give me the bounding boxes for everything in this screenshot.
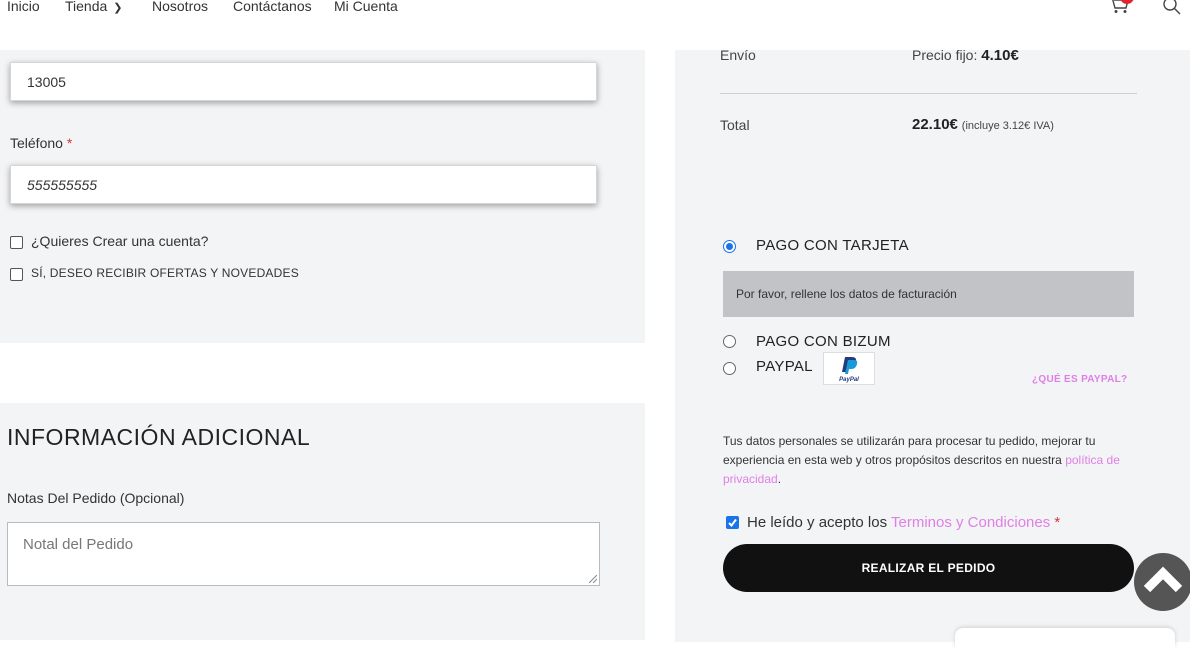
what-is-paypal-link[interactable]: ¿QUÉ ES PAYPAL?: [1032, 374, 1127, 385]
privacy-text-end: .: [777, 472, 782, 486]
order-notes-label: Notas Del Pedido (Opcional): [7, 490, 185, 506]
payment-label-paypal[interactable]: PAYPAL: [756, 358, 813, 375]
nav-inicio[interactable]: Inicio: [7, 0, 40, 14]
phone-input[interactable]: 555555555: [10, 165, 597, 204]
nav-mi-cuenta[interactable]: Mi Cuenta: [334, 0, 398, 14]
phone-label-text: Teléfono: [10, 135, 63, 151]
payment-label-card[interactable]: PAGO CON TARJETA: [756, 237, 909, 254]
nav-contactanos[interactable]: Contáctanos: [233, 0, 312, 14]
paypal-logo: PayPal: [823, 352, 875, 385]
bottom-floating-card: [955, 628, 1175, 648]
order-notes-textarea[interactable]: Notal del Pedido: [7, 522, 600, 586]
summary-divider: [720, 93, 1137, 94]
terms-label: He leído y acepto los Terminos y Condici…: [747, 514, 1060, 531]
search-icon[interactable]: [1162, 0, 1182, 16]
chevron-up-icon: [1143, 566, 1183, 593]
order-notes-placeholder: Notal del Pedido: [23, 536, 134, 553]
postcode-input[interactable]: 13005: [10, 62, 597, 101]
terms-link[interactable]: Terminos y Condiciones: [891, 514, 1050, 531]
total-value: 22.10€ (incluye 3.12€ IVA): [912, 116, 1054, 133]
payment-radio-card[interactable]: [723, 240, 736, 253]
shipping-price: 4.10€: [981, 47, 1019, 64]
phone-label: Teléfono *: [10, 135, 72, 151]
nav-tienda-label: Tienda: [65, 0, 108, 14]
card-payment-message: Por favor, rellene los datos de facturac…: [723, 271, 1134, 317]
nav-tienda[interactable]: Tienda ❯: [65, 0, 123, 14]
nav-nosotros[interactable]: Nosotros: [152, 0, 208, 14]
chevron-down-icon: ❯: [113, 2, 123, 14]
terms-prefix: He leído y acepto los: [747, 514, 891, 531]
resize-handle-icon[interactable]: [589, 575, 597, 583]
total-label: Total: [720, 117, 750, 133]
offers-checkbox[interactable]: [10, 268, 23, 281]
create-account-checkbox[interactable]: [10, 236, 23, 249]
payment-label-bizum[interactable]: PAGO CON BIZUM: [756, 333, 891, 350]
offers-label: SÍ, DESEO RECIBIR OFERTAS Y NOVEDADES: [31, 266, 299, 280]
terms-required-mark: *: [1054, 514, 1061, 531]
place-order-button[interactable]: REALIZAR EL PEDIDO: [723, 544, 1134, 592]
shipping-method: Precio fijo:: [912, 47, 978, 63]
payment-radio-paypal[interactable]: [723, 362, 736, 375]
paypal-logo-text: PayPal: [839, 377, 859, 383]
total-tax: (incluye 3.12€ IVA): [961, 120, 1054, 132]
payment-radio-bizum[interactable]: [723, 335, 736, 348]
additional-info-title: INFORMACIÓN ADICIONAL: [7, 424, 311, 450]
scroll-to-top-button[interactable]: [1134, 553, 1190, 611]
privacy-text-body: Tus datos personales se utilizarán para …: [723, 434, 1096, 467]
shipping-value: Precio fijo: 4.10€: [912, 47, 1019, 64]
shipping-label: Envío: [720, 47, 756, 63]
paypal-icon: PayPal: [839, 357, 859, 383]
required-mark: *: [66, 135, 73, 151]
terms-checkbox[interactable]: [726, 516, 739, 529]
top-nav: Inicio Tienda ❯ Nosotros Contáctanos Mi C…: [0, 0, 1190, 50]
privacy-text: Tus datos personales se utilizarán para …: [723, 432, 1138, 489]
total-amount: 22.10€: [912, 116, 958, 133]
create-account-label: ¿Quieres Crear una cuenta?: [31, 233, 209, 249]
